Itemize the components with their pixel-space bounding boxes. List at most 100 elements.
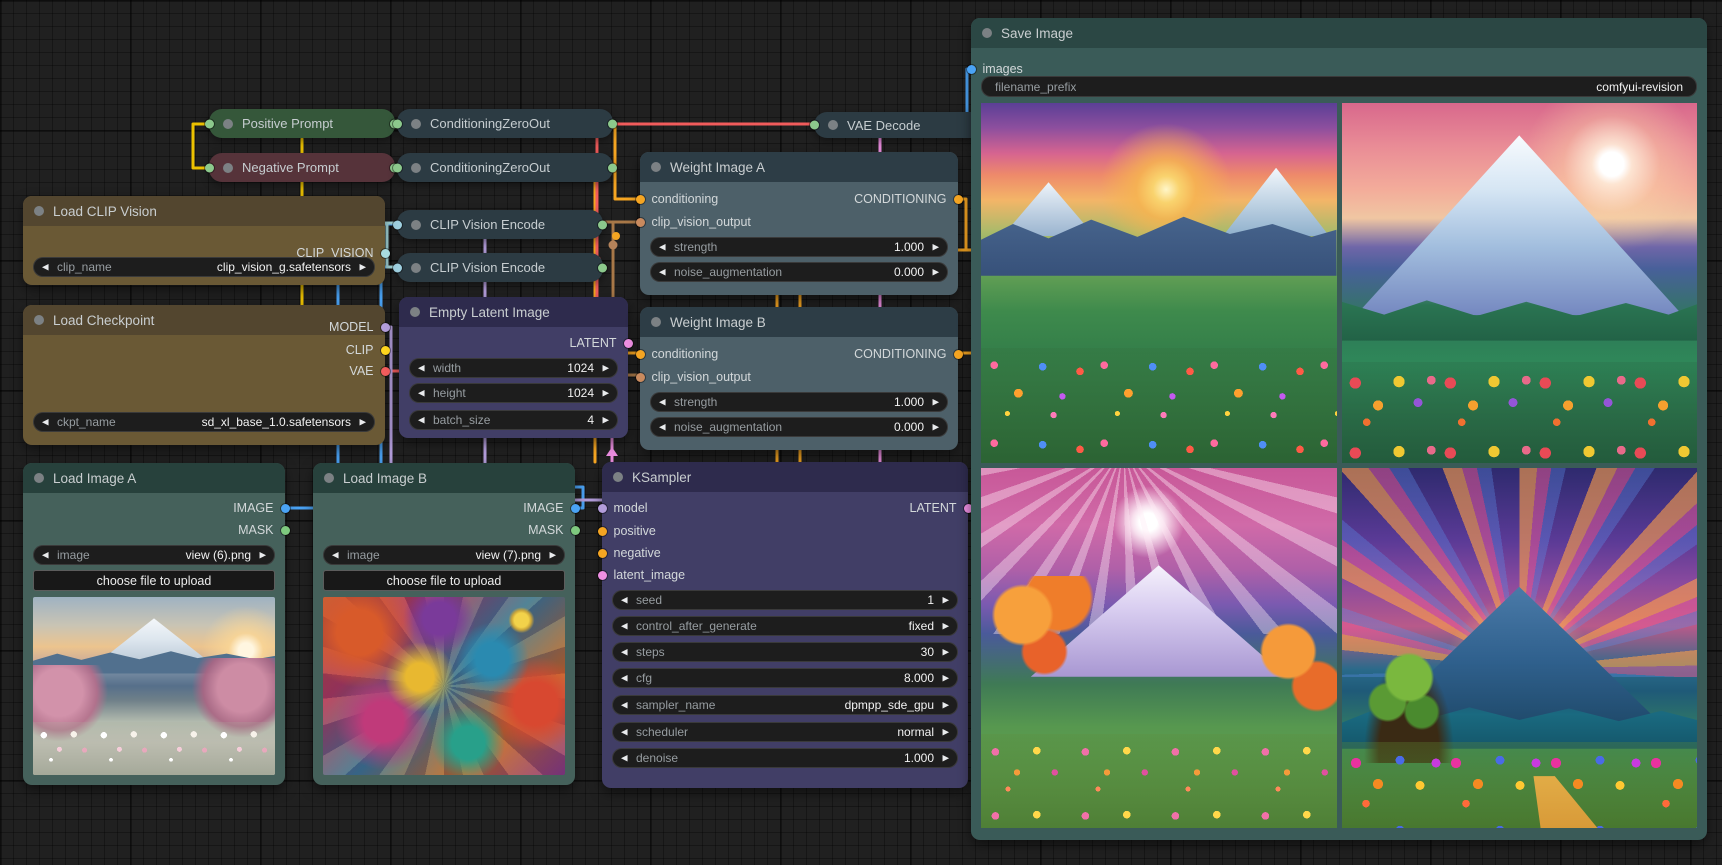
node-title: Load Image A [53,471,136,486]
widget-clip-name[interactable]: clip_name clip_vision_g.safetensors [33,257,375,277]
output-slot-latent[interactable]: LATENT [570,333,633,353]
node-load-image-b[interactable]: Load Image B IMAGE MASK image view (7).p… [313,463,575,785]
node-ksampler[interactable]: KSampler model LATENT positive negative … [602,462,968,788]
collapse-dot[interactable] [651,162,661,172]
collapse-dot[interactable] [324,473,334,483]
input-dot[interactable] [205,163,214,172]
generated-image-3 [981,468,1337,828]
node-conditioning-zero-out-1[interactable]: ConditioningZeroOut [397,109,613,138]
output-slot-image[interactable]: IMAGE [523,498,579,518]
input-slot-positive[interactable]: positive [598,521,656,541]
node-load-checkpoint[interactable]: Load Checkpoint MODEL CLIP VAE ckpt_name… [23,305,385,445]
collapse-dot[interactable] [411,263,421,273]
collapse-dot[interactable] [651,317,661,327]
input-dot[interactable] [810,121,819,130]
widget-ckpt-name[interactable]: ckpt_name sd_xl_base_1.0.safetensors [33,412,375,432]
node-weight-image-b[interactable]: Weight Image B conditioning CONDITIONING… [640,307,958,450]
widget-cfg[interactable]: cfg 8.000 [612,668,958,688]
input-slot-clip-vision-output[interactable]: clip_vision_output [636,212,751,232]
output-slot-image[interactable]: IMAGE [233,498,289,518]
collapse-dot[interactable] [34,473,44,483]
input-slot-model[interactable]: model [598,498,648,518]
input-slot-conditioning[interactable]: conditioning [636,189,719,209]
widget-scheduler[interactable]: scheduler normal [612,722,958,742]
node-title: Load Checkpoint [53,313,154,328]
node-title: Negative Prompt [242,160,339,175]
input-dot[interactable] [393,263,402,272]
node-title: CLIP Vision Encode [430,217,545,232]
input-dot[interactable] [393,163,402,172]
collapse-dot[interactable] [828,120,838,130]
output-slot-mask[interactable]: MASK [528,520,579,540]
widget-height[interactable]: height 1024 [409,383,618,403]
node-clip-vision-encode-1[interactable]: CLIP Vision Encode [397,210,603,239]
collapse-dot[interactable] [411,220,421,230]
widget-denoise[interactable]: denoise 1.000 [612,748,958,768]
widget-strength[interactable]: strength 1.000 [650,237,948,257]
output-dot[interactable] [608,163,617,172]
node-load-clip-vision[interactable]: Load CLIP Vision CLIP_VISION clip_name c… [23,196,385,285]
output-slot-model[interactable]: MODEL [329,317,389,337]
output-slot-vae[interactable]: VAE [349,361,389,381]
node-title: Weight Image A [670,160,765,175]
choose-file-button[interactable]: choose file to upload [323,570,565,591]
widget-batch-size[interactable]: batch_size 4 [409,410,618,430]
input-slot-latent-image[interactable]: latent_image [598,565,686,585]
node-title: Load CLIP Vision [53,204,157,219]
node-title: Load Image B [343,471,427,486]
node-negative-prompt[interactable]: Negative Prompt [209,153,395,182]
input-slot-conditioning[interactable]: conditioning [636,344,719,364]
collapse-dot[interactable] [410,307,420,317]
input-dot[interactable] [393,119,402,128]
node-title: ConditioningZeroOut [430,116,550,131]
widget-image[interactable]: image view (6).png [33,545,275,565]
collapse-dot[interactable] [411,119,421,129]
widget-seed[interactable]: seed 1 [612,590,958,610]
widget-filename-prefix[interactable]: filename_prefix comfyui-revision [981,76,1697,97]
collapse-dot[interactable] [982,28,992,38]
node-title: ConditioningZeroOut [430,160,550,175]
node-positive-prompt[interactable]: Positive Prompt [209,109,395,138]
node-title: KSampler [632,470,691,485]
widget-width[interactable]: width 1024 [409,358,618,378]
widget-image[interactable]: image view (7).png [323,545,565,565]
input-slot-negative[interactable]: negative [598,543,661,563]
node-title: Save Image [1001,26,1073,41]
collapse-dot[interactable] [223,119,233,129]
output-dot[interactable] [608,119,617,128]
choose-file-button[interactable]: choose file to upload [33,570,275,591]
output-slot-conditioning[interactable]: CONDITIONING [854,189,962,209]
node-graph-canvas[interactable]: Positive Prompt Negative Prompt Conditio… [0,0,1722,865]
node-conditioning-zero-out-2[interactable]: ConditioningZeroOut [397,153,613,182]
node-title: CLIP Vision Encode [430,260,545,275]
input-dot[interactable] [393,220,402,229]
collapse-dot[interactable] [34,206,44,216]
output-slot-conditioning[interactable]: CONDITIONING [854,344,962,364]
collapse-dot[interactable] [411,163,421,173]
generated-image-2 [1342,103,1698,463]
collapse-dot[interactable] [34,315,44,325]
node-vae-decode[interactable]: VAE Decode [814,112,985,138]
input-dot[interactable] [205,119,214,128]
widget-noise-augmentation[interactable]: noise_augmentation 0.000 [650,417,948,437]
node-empty-latent-image[interactable]: Empty Latent Image LATENT width 1024 hei… [399,297,628,438]
output-dot[interactable] [598,220,607,229]
output-slot-clip[interactable]: CLIP [346,340,390,360]
collapse-dot[interactable] [223,163,233,173]
output-slot-latent[interactable]: LATENT [910,498,973,518]
node-clip-vision-encode-2[interactable]: CLIP Vision Encode [397,253,603,282]
widget-control-after-generate[interactable]: control_after_generate fixed [612,616,958,636]
widget-noise-augmentation[interactable]: noise_augmentation 0.000 [650,262,948,282]
load-image-b-preview [323,597,565,775]
widget-sampler-name[interactable]: sampler_name dpmpp_sde_gpu [612,695,958,715]
widget-steps[interactable]: steps 30 [612,642,958,662]
output-dot[interactable] [598,263,607,272]
collapse-dot[interactable] [613,472,623,482]
node-save-image[interactable]: Save Image images filename_prefix comfyu… [971,18,1707,840]
node-title: VAE Decode [847,118,920,133]
node-load-image-a[interactable]: Load Image A IMAGE MASK image view (6).p… [23,463,285,785]
output-slot-mask[interactable]: MASK [238,520,289,540]
node-weight-image-a[interactable]: Weight Image A conditioning CONDITIONING… [640,152,958,295]
widget-strength[interactable]: strength 1.000 [650,392,948,412]
input-slot-clip-vision-output[interactable]: clip_vision_output [636,367,751,387]
